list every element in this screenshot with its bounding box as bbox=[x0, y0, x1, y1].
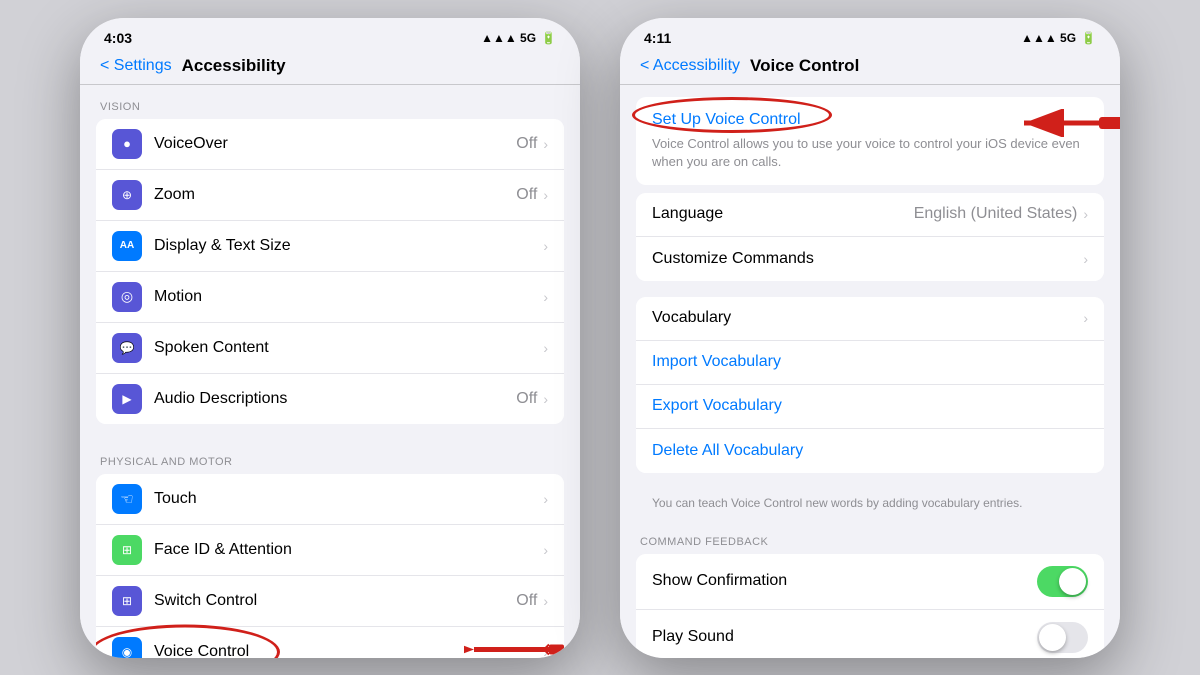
right-signal-icon: ▲▲▲ 5G bbox=[1021, 31, 1076, 45]
vocabulary-row[interactable]: Vocabulary › bbox=[636, 297, 1104, 341]
left-arrow-annotation bbox=[464, 634, 564, 658]
faceid-label: Face ID & Attention bbox=[154, 541, 543, 559]
export-vocab-label: Export Vocabulary bbox=[652, 397, 782, 415]
right-nav-bar: < Accessibility Voice Control bbox=[620, 50, 1120, 85]
cmd-feedback-header: COMMAND FEEDBACK bbox=[620, 522, 1120, 554]
battery-icon: 🔋 bbox=[541, 31, 556, 45]
vocabulary-label: Vocabulary bbox=[652, 309, 1083, 327]
left-content: VISION ● VoiceOver Off › ⊕ Zoom Off › AA… bbox=[80, 85, 580, 658]
setup-arrow-annotation bbox=[1004, 109, 1120, 142]
audio-chevron: › bbox=[543, 391, 548, 407]
show-confirmation-knob bbox=[1059, 568, 1086, 595]
voiceover-label: VoiceOver bbox=[154, 135, 516, 153]
cmd-feedback-group: Show Confirmation Play Sound Show Hints bbox=[636, 554, 1104, 658]
display-item[interactable]: AA Display & Text Size › bbox=[96, 221, 564, 272]
voiceover-item[interactable]: ● VoiceOver Off › bbox=[96, 119, 564, 170]
motion-label: Motion bbox=[154, 288, 543, 306]
motion-icon: ◎ bbox=[112, 282, 142, 312]
display-chevron: › bbox=[543, 238, 548, 254]
zoom-item[interactable]: ⊕ Zoom Off › bbox=[96, 170, 564, 221]
audio-icon: ▶ bbox=[112, 384, 142, 414]
voicectrl-icon: ◉ bbox=[112, 637, 142, 658]
right-status-icons: ▲▲▲ 5G 🔋 bbox=[1021, 31, 1096, 45]
vision-section-header: VISION bbox=[80, 85, 580, 119]
right-content: Set Up Voice Control Voice Control allow… bbox=[620, 85, 1120, 658]
right-time: 4:11 bbox=[644, 30, 671, 46]
touch-icon: ☜ bbox=[112, 484, 142, 514]
spoken-label: Spoken Content bbox=[154, 339, 543, 357]
play-sound-row[interactable]: Play Sound bbox=[636, 610, 1104, 658]
show-confirmation-row[interactable]: Show Confirmation bbox=[636, 554, 1104, 610]
left-phone: 4:03 ▲▲▲ 5G 🔋 < Settings Accessibility V… bbox=[80, 18, 580, 658]
right-page-title: Voice Control bbox=[750, 56, 859, 76]
zoom-value: Off bbox=[516, 186, 537, 204]
language-row[interactable]: Language English (United States) › bbox=[636, 193, 1104, 237]
customize-label: Customize Commands bbox=[652, 250, 1083, 268]
export-vocab-row[interactable]: Export Vocabulary bbox=[636, 385, 1104, 429]
left-status-bar: 4:03 ▲▲▲ 5G 🔋 bbox=[80, 18, 580, 50]
switch-icon: ⊞ bbox=[112, 586, 142, 616]
import-vocab-label: Import Vocabulary bbox=[652, 353, 781, 371]
motion-item[interactable]: ◎ Motion › bbox=[96, 272, 564, 323]
right-battery-icon: 🔋 bbox=[1081, 31, 1096, 45]
display-label: Display & Text Size bbox=[154, 237, 543, 255]
language-chevron: › bbox=[1083, 206, 1088, 222]
touch-item[interactable]: ☜ Touch › bbox=[96, 474, 564, 525]
faceid-item[interactable]: ⊞ Face ID & Attention › bbox=[96, 525, 564, 576]
switch-label: Switch Control bbox=[154, 592, 516, 610]
spoken-chevron: › bbox=[543, 340, 548, 356]
customize-row[interactable]: Customize Commands › bbox=[636, 237, 1104, 281]
show-confirmation-label: Show Confirmation bbox=[652, 572, 1037, 590]
zoom-chevron: › bbox=[543, 187, 548, 203]
spoken-item[interactable]: 💬 Spoken Content › bbox=[96, 323, 564, 374]
delete-vocab-row[interactable]: Delete All Vocabulary bbox=[636, 429, 1104, 473]
audio-label: Audio Descriptions bbox=[154, 390, 516, 408]
left-back-button[interactable]: < Settings bbox=[100, 57, 172, 75]
play-sound-toggle[interactable] bbox=[1037, 622, 1088, 653]
physical-list: ☜ Touch › ⊞ Face ID & Attention › ⊞ Swit… bbox=[96, 474, 564, 658]
right-back-button[interactable]: < Accessibility bbox=[640, 57, 740, 75]
play-sound-label: Play Sound bbox=[652, 628, 1037, 646]
left-status-icons: ▲▲▲ 5G 🔋 bbox=[481, 31, 556, 45]
left-time: 4:03 bbox=[104, 30, 132, 46]
language-label: Language bbox=[652, 205, 914, 223]
switch-item[interactable]: ⊞ Switch Control Off › bbox=[96, 576, 564, 627]
voiceover-chevron: › bbox=[543, 136, 548, 152]
zoom-icon: ⊕ bbox=[112, 180, 142, 210]
customize-chevron: › bbox=[1083, 251, 1088, 267]
left-nav-bar: < Settings Accessibility bbox=[80, 50, 580, 85]
left-page-title: Accessibility bbox=[182, 56, 286, 76]
vocab-hint-text: You can teach Voice Control new words by… bbox=[620, 489, 1120, 522]
motion-chevron: › bbox=[543, 289, 548, 305]
delete-vocab-label: Delete All Vocabulary bbox=[652, 442, 803, 460]
zoom-label: Zoom bbox=[154, 186, 516, 204]
import-vocab-row[interactable]: Import Vocabulary bbox=[636, 341, 1104, 385]
vocabulary-chevron: › bbox=[1083, 310, 1088, 326]
voicectrl-item[interactable]: ◉ Voice Control › bbox=[96, 627, 564, 658]
vision-list: ● VoiceOver Off › ⊕ Zoom Off › AA Displa… bbox=[96, 119, 564, 424]
settings-group: Language English (United States) › Custo… bbox=[636, 193, 1104, 281]
touch-label: Touch bbox=[154, 490, 543, 508]
audio-value: Off bbox=[516, 390, 537, 408]
switch-chevron: › bbox=[543, 593, 548, 609]
display-icon: AA bbox=[112, 231, 142, 261]
signal-icon: ▲▲▲ 5G bbox=[481, 31, 536, 45]
faceid-chevron: › bbox=[543, 542, 548, 558]
play-sound-knob bbox=[1039, 624, 1066, 651]
vocab-group: Vocabulary › Import Vocabulary Export Vo… bbox=[636, 297, 1104, 473]
audio-item[interactable]: ▶ Audio Descriptions Off › bbox=[96, 374, 564, 424]
spoken-icon: 💬 bbox=[112, 333, 142, 363]
show-confirmation-toggle[interactable] bbox=[1037, 566, 1088, 597]
language-value: English (United States) bbox=[914, 205, 1078, 223]
physical-section-header: PHYSICAL AND MOTOR bbox=[80, 440, 580, 474]
touch-chevron: › bbox=[543, 491, 548, 507]
setup-card: Set Up Voice Control Voice Control allow… bbox=[636, 97, 1104, 185]
right-status-bar: 4:11 ▲▲▲ 5G 🔋 bbox=[620, 18, 1120, 50]
switch-value: Off bbox=[516, 592, 537, 610]
right-phone: 4:11 ▲▲▲ 5G 🔋 < Accessibility Voice Cont… bbox=[620, 18, 1120, 658]
voiceover-value: Off bbox=[516, 135, 537, 153]
voiceover-icon: ● bbox=[112, 129, 142, 159]
faceid-icon: ⊞ bbox=[112, 535, 142, 565]
